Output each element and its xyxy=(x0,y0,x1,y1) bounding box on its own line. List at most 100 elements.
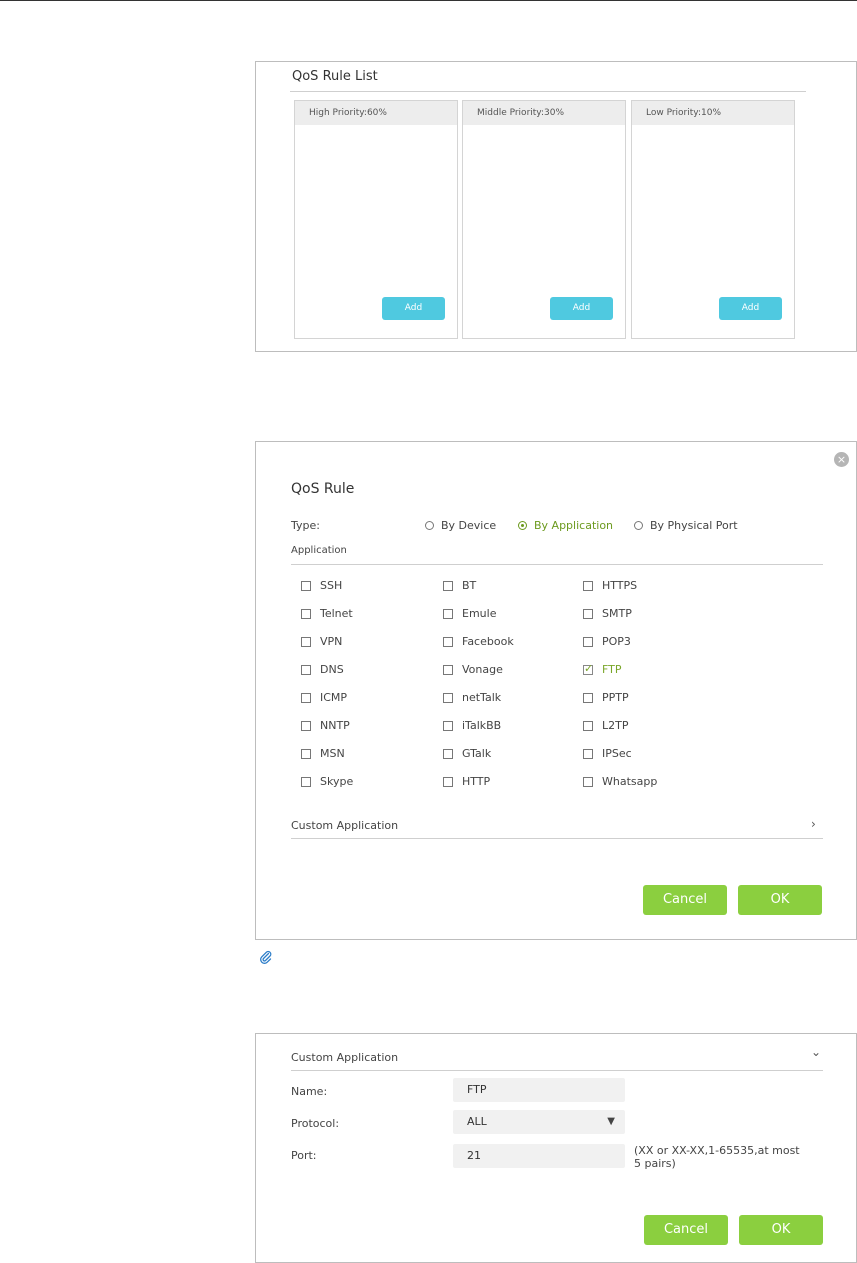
high-priority-column: High Priority:60% Add xyxy=(294,100,458,339)
name-field[interactable]: FTP xyxy=(453,1078,625,1102)
add-middle-priority-button[interactable]: Add xyxy=(550,297,613,320)
checkbox-label: MSN xyxy=(320,747,345,760)
port-label: Port: xyxy=(291,1149,317,1162)
checkbox-box xyxy=(443,748,453,759)
checkbox-box xyxy=(583,636,593,647)
checkbox-label: PPTP xyxy=(602,691,629,704)
checkbox-dns[interactable]: DNS xyxy=(301,663,344,676)
checkbox-gtalk[interactable]: GTalk xyxy=(443,747,491,760)
checkbox-box xyxy=(301,692,311,703)
type-label: Type: xyxy=(291,519,320,532)
checkbox-l2tp[interactable]: L2TP xyxy=(583,719,628,732)
protocol-value: ALL xyxy=(467,1115,487,1128)
checkbox-pptp[interactable]: PPTP xyxy=(583,691,629,704)
checkbox-label: HTTPS xyxy=(602,579,638,592)
application-divider xyxy=(291,564,823,565)
radio-label: By Physical Port xyxy=(650,519,738,532)
checkbox-icmp[interactable]: ICMP xyxy=(301,691,347,704)
custom-application-panel: Custom Application ⌄ Name: FTP Protocol:… xyxy=(255,1033,857,1263)
checkbox-label: POP3 xyxy=(602,635,631,648)
add-low-priority-button[interactable]: Add xyxy=(719,297,782,320)
checkbox-label: VPN xyxy=(320,635,343,648)
checkbox-label: Skype xyxy=(320,775,354,788)
checkbox-label: SSH xyxy=(320,579,343,592)
radio-circle xyxy=(634,521,643,530)
low-priority-header: Low Priority:10% xyxy=(632,101,794,125)
checkbox-box xyxy=(301,664,311,675)
middle-priority-header: Middle Priority:30% xyxy=(463,101,625,125)
checkbox-ssh[interactable]: SSH xyxy=(301,579,342,592)
checkbox-box xyxy=(301,776,311,787)
checkbox-label: netTalk xyxy=(462,691,502,704)
high-priority-header: High Priority:60% xyxy=(295,101,457,125)
custom-application-toggle[interactable]: Custom Application xyxy=(291,819,398,832)
radio-by-device[interactable]: By Device xyxy=(425,519,496,532)
radio-label: By Application xyxy=(534,519,614,532)
checkbox-label: DNS xyxy=(320,663,344,676)
radio-circle xyxy=(425,521,434,530)
chevron-down-icon[interactable]: ⌄ xyxy=(811,1045,821,1059)
checkbox-label: ICMP xyxy=(320,691,348,704)
checkbox-box xyxy=(443,580,453,591)
checkbox-box xyxy=(443,636,453,647)
checkbox-facebook[interactable]: Facebook xyxy=(443,635,514,648)
paperclip-icon xyxy=(259,950,273,968)
checkbox-bt[interactable]: BT xyxy=(443,579,476,592)
checkbox-http[interactable]: HTTP xyxy=(443,775,490,788)
checkbox-box xyxy=(583,692,593,703)
checkbox-box xyxy=(443,608,453,619)
port-hint: (XX or XX-XX,1-65535,at most 5 pairs) xyxy=(634,1144,800,1170)
checkbox-emule[interactable]: Emule xyxy=(443,607,496,620)
low-priority-column: Low Priority:10% Add xyxy=(631,100,795,339)
checkbox-box xyxy=(443,720,453,731)
checkbox-ftp[interactable]: FTP xyxy=(583,662,622,676)
checkbox-label: Facebook xyxy=(462,635,514,648)
middle-priority-column: Middle Priority:30% Add xyxy=(462,100,626,339)
checkbox-smtp[interactable]: SMTP xyxy=(583,607,632,620)
checkbox-msn[interactable]: MSN xyxy=(301,747,345,760)
cancel-button[interactable]: Cancel xyxy=(643,885,727,915)
checkbox-label: BT xyxy=(462,579,477,592)
application-label: Application xyxy=(291,545,347,556)
add-high-priority-button[interactable]: Add xyxy=(382,297,445,320)
checkbox-label: IPSec xyxy=(602,747,632,760)
checkbox-label: SMTP xyxy=(602,607,632,620)
checkbox-box xyxy=(443,692,453,703)
radio-by-physical-port[interactable]: By Physical Port xyxy=(634,519,738,532)
checkbox-telnet[interactable]: Telnet xyxy=(301,607,353,620)
checkbox-label: HTTP xyxy=(462,775,491,788)
checkbox-box xyxy=(583,662,593,675)
checkbox-box xyxy=(301,608,311,619)
checkbox-ipsec[interactable]: IPSec xyxy=(583,747,632,760)
close-icon[interactable]: × xyxy=(834,452,849,467)
protocol-select[interactable]: ALL ▼ xyxy=(453,1110,625,1134)
checkbox-pop3[interactable]: POP3 xyxy=(583,635,631,648)
checkbox-box xyxy=(443,776,453,787)
radio-by-application[interactable]: By Application xyxy=(518,519,613,532)
paperclip-svg xyxy=(260,950,272,964)
chevron-right-icon[interactable]: › xyxy=(811,817,816,831)
checkbox-box xyxy=(583,580,593,591)
checkbox-box xyxy=(301,720,311,731)
checkbox-vonage[interactable]: Vonage xyxy=(443,663,503,676)
ok-button[interactable]: OK xyxy=(738,885,822,915)
radio-circle xyxy=(518,521,527,530)
checkbox-label: Telnet xyxy=(320,607,353,620)
checkbox-nettalk[interactable]: netTalk xyxy=(443,691,501,704)
checkbox-box xyxy=(583,720,593,731)
checkbox-label: Vonage xyxy=(462,663,503,676)
ok-button[interactable]: OK xyxy=(739,1215,823,1245)
checkbox-skype[interactable]: Skype xyxy=(301,775,353,788)
checkbox-box xyxy=(301,748,311,759)
checkbox-nntp[interactable]: NNTP xyxy=(301,719,350,732)
checkbox-label: FTP xyxy=(602,663,622,676)
custom-application-divider xyxy=(291,838,823,839)
checkbox-vpn[interactable]: VPN xyxy=(301,635,342,648)
port-field[interactable]: 21 xyxy=(453,1144,625,1168)
cancel-button[interactable]: Cancel xyxy=(644,1215,728,1245)
checkbox-https[interactable]: HTTPS xyxy=(583,579,637,592)
qos-rule-list-title: QoS Rule List xyxy=(292,69,378,84)
checkbox-box xyxy=(583,748,593,759)
checkbox-italkbb[interactable]: iTalkBB xyxy=(443,719,501,732)
checkbox-whatsapp[interactable]: Whatsapp xyxy=(583,775,657,788)
